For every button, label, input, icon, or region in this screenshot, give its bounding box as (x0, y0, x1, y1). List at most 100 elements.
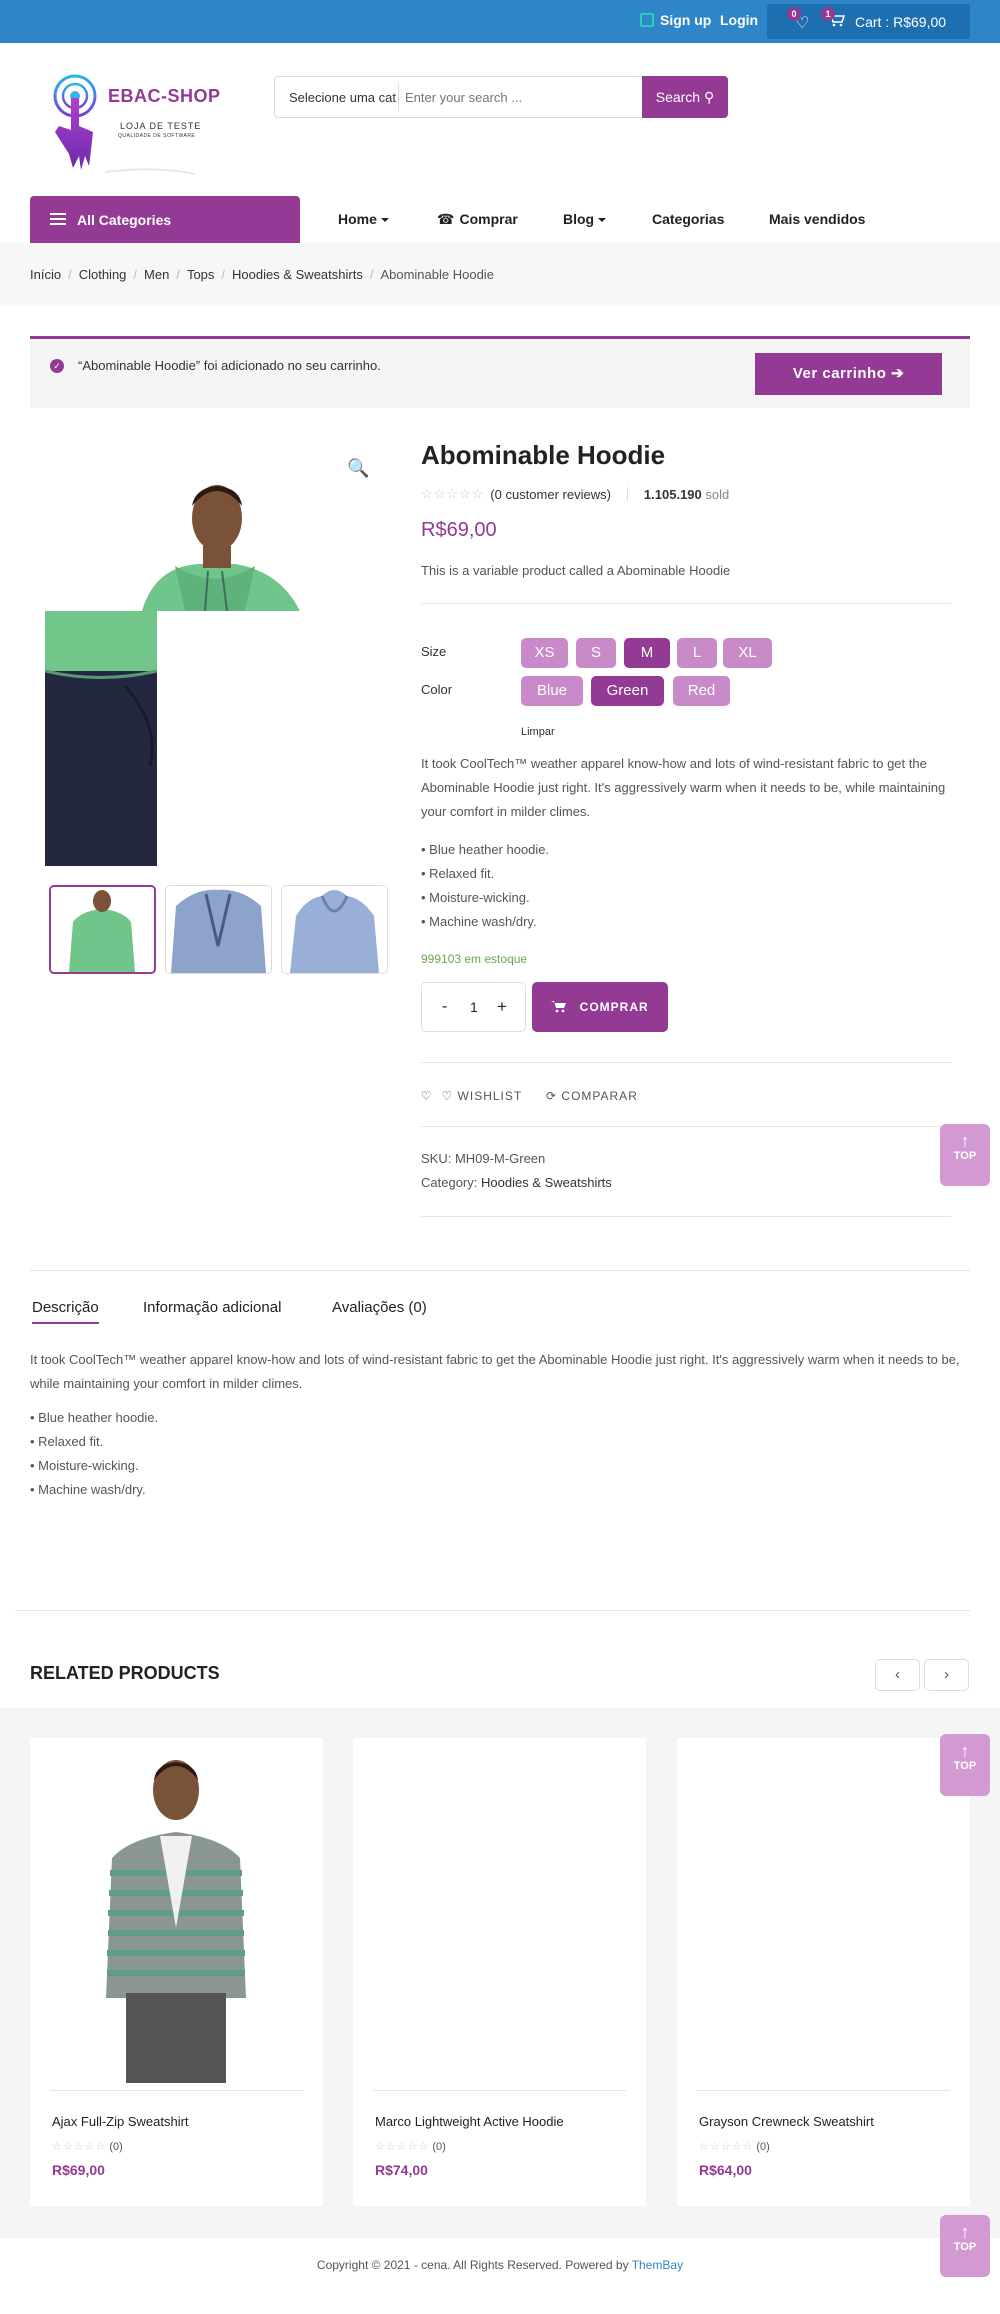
product-card-rating: ☆☆☆☆☆ (0) (52, 2140, 123, 2153)
card-divider (373, 2090, 626, 2091)
wishlist-link[interactable]: ♡ ♡ WISHLIST (421, 1089, 522, 1103)
quantity-increase-button[interactable]: + (497, 997, 507, 1017)
top-bar: Sign up Login ♡ 0 1 Cart : R$69,00 (0, 0, 1000, 43)
signup-label: Sign up (660, 12, 712, 28)
product-card[interactable]: Grayson Crewneck Sweatshirt ☆☆☆☆☆ (0) R$… (677, 1738, 970, 2206)
scroll-to-top-button[interactable]: ↑ TOP (940, 1734, 990, 1796)
product-thumbnail[interactable] (281, 885, 388, 974)
cart-box[interactable]: ♡ 0 1 Cart : R$69,00 (767, 4, 970, 39)
feature-item: • Moisture-wicking. (30, 1458, 139, 1473)
tab-descricao[interactable]: Descrição (32, 1299, 99, 1324)
breadcrumb-item[interactable]: Tops (187, 267, 214, 282)
cart-total[interactable]: Cart : R$69,00 (855, 14, 946, 30)
search-button-label: Search (655, 89, 701, 105)
product-card-reviews: (0) (432, 2141, 446, 2153)
nav-blog[interactable]: Blog (563, 211, 607, 227)
cart-notice: ✓ “Abominable Hoodie” foi adicionado no … (30, 336, 970, 408)
size-option-s[interactable]: S (576, 638, 616, 668)
wishlist-label: WISHLIST (457, 1089, 523, 1103)
rating-stars: ☆☆☆☆☆ (421, 486, 485, 501)
all-categories-button[interactable]: All Categories (30, 196, 300, 243)
product-card[interactable]: Marco Lightweight Active Hoodie ☆☆☆☆☆ (0… (353, 1738, 646, 2206)
clear-selection-link[interactable]: Limpar (521, 726, 555, 738)
caret-down-icon (598, 218, 607, 223)
reviews-link[interactable]: (0 customer reviews) (490, 487, 611, 502)
powered-by-link[interactable]: ThemBay (632, 2258, 683, 2272)
nav-categorias[interactable]: Categorias (652, 211, 724, 227)
breadcrumb-item[interactable]: Início (30, 267, 61, 282)
breadcrumb-item[interactable]: Clothing (79, 267, 127, 282)
product-card-price: R$64,00 (699, 2162, 752, 2178)
all-categories-label: All Categories (77, 212, 172, 228)
product-card-name[interactable]: Marco Lightweight Active Hoodie (375, 2114, 564, 2129)
nav-home[interactable]: Home (338, 211, 389, 227)
size-option-m[interactable]: M (624, 638, 670, 668)
compare-link[interactable]: ⟳ COMPARAR (546, 1089, 638, 1103)
tab-description-text: It took CoolTech™ weather apparel know-h… (30, 1352, 960, 1391)
product-card-reviews: (0) (756, 2141, 770, 2153)
color-option-blue[interactable]: Blue (521, 676, 583, 706)
search-divider (398, 83, 399, 111)
zoom-icon[interactable]: 🔍 (347, 458, 369, 479)
sold-number: 1.105.190 (643, 486, 702, 502)
rating-stars: ☆☆☆☆☆ (699, 2141, 754, 2153)
scroll-to-top-button[interactable]: ↑ TOP (940, 2215, 990, 2277)
category-label: Category: (421, 1175, 478, 1190)
product-main-image[interactable] (44, 436, 380, 866)
divider (30, 1270, 970, 1271)
arrow-right-icon: ➔ (891, 365, 905, 382)
quantity-input[interactable]: 1 (470, 999, 478, 1015)
login-link[interactable]: Login (720, 12, 758, 28)
product-price: R$69,00 (421, 519, 497, 541)
search-category-select[interactable]: Selecione uma cat (289, 90, 396, 105)
category-link[interactable]: Hoodies & Sweatshirts (481, 1175, 612, 1190)
carousel-prev-button[interactable]: ‹ (875, 1659, 920, 1691)
carousel-next-button[interactable]: › (924, 1659, 969, 1691)
product-card-price: R$74,00 (375, 2162, 428, 2178)
tab-avaliacoes[interactable]: Avaliações (0) (332, 1299, 427, 1316)
product-card-image[interactable] (30, 1738, 323, 2088)
logo-title: EBAC-SHOP (108, 86, 221, 106)
compare-label: COMPARAR (561, 1089, 638, 1103)
signup-icon (640, 13, 654, 27)
menu-icon (50, 213, 66, 225)
size-label: Size (421, 644, 447, 659)
nav-mais-vendidos[interactable]: Mais vendidos (769, 211, 865, 227)
product-card-name[interactable]: Ajax Full-Zip Sweatshirt (52, 2114, 189, 2129)
size-option-xs[interactable]: XS (521, 638, 568, 668)
view-cart-button[interactable]: Ver carrinho ➔ (755, 353, 942, 395)
headset-icon: ☎ (437, 211, 455, 227)
search-input[interactable] (405, 83, 635, 111)
breadcrumb-item[interactable]: Men (144, 267, 169, 282)
sku-label: SKU: (421, 1151, 452, 1166)
arrow-up-icon: ↑ (960, 2222, 970, 2242)
product-thumbnail[interactable] (49, 885, 156, 974)
product-card[interactable]: Ajax Full-Zip Sweatshirt ☆☆☆☆☆ (0) R$69,… (30, 1738, 323, 2206)
product-thumbnail[interactable] (165, 885, 272, 974)
quantity-decrease-button[interactable]: - (442, 998, 447, 1016)
scroll-to-top-button[interactable]: ↑ TOP (940, 1124, 990, 1186)
size-option-xl[interactable]: XL (723, 638, 772, 668)
buy-button-label: COMPRAR (579, 1000, 649, 1014)
breadcrumb-item[interactable]: Hoodies & Sweatshirts (232, 267, 363, 282)
color-option-red[interactable]: Red (673, 676, 730, 706)
signup-link[interactable]: Sign up (640, 12, 711, 28)
product-title: Abominable Hoodie (421, 440, 666, 470)
product-card-name[interactable]: Grayson Crewneck Sweatshirt (699, 2114, 874, 2129)
search-button[interactable]: Search ⚲ (642, 76, 728, 118)
copyright-text: Copyright © 2021 - cena. All Rights Rese… (316, 2258, 629, 2272)
product-card-price: R$69,00 (52, 2162, 105, 2178)
size-option-l[interactable]: L (677, 638, 717, 668)
feature-item: • Relaxed fit. (30, 1434, 104, 1449)
buy-button[interactable]: COMPRAR (532, 982, 668, 1032)
color-option-green[interactable]: Green (591, 676, 664, 706)
nav-comprar[interactable]: ☎ Comprar (437, 211, 518, 228)
feature-item: • Machine wash/dry. (421, 914, 537, 929)
breadcrumb-current: Abominable Hoodie (380, 267, 494, 282)
sku-value: MH09-M-Green (454, 1151, 546, 1166)
product-description: It took CoolTech™ weather apparel know-h… (421, 756, 946, 819)
tab-informacao-adicional[interactable]: Informação adicional (143, 1299, 281, 1316)
cart-icon (551, 1000, 571, 1014)
category-row: Category: Hoodies & Sweatshirts (421, 1175, 612, 1190)
rating-stars: ☆☆☆☆☆ (52, 2141, 107, 2153)
